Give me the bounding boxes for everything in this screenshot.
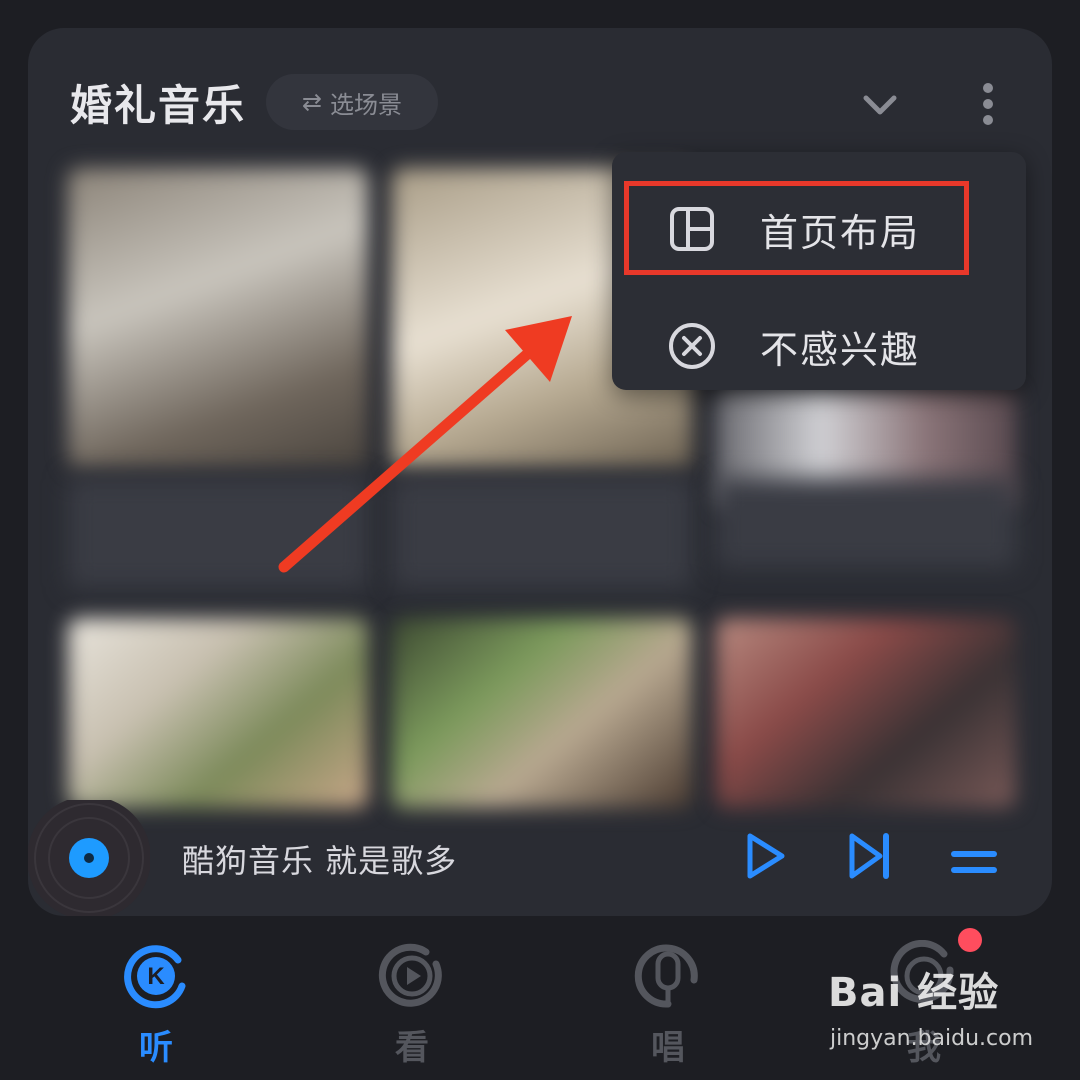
card-title: 婚礼音乐 (70, 81, 247, 130)
playlist-cover[interactable] (392, 618, 692, 808)
nav-label: 听 (139, 1028, 173, 1068)
chevron-down-icon[interactable] (860, 84, 900, 124)
playlist-cover[interactable] (68, 618, 368, 808)
svg-text:K: K (147, 963, 165, 990)
select-scene-label: 选场景 (330, 90, 403, 119)
playlist-queue-icon[interactable] (950, 840, 998, 880)
watermark-text: Bai 经验 (828, 970, 1000, 1016)
kugou-k-icon: K (124, 945, 186, 1009)
nav-tab-sing[interactable]: 唱 (588, 920, 748, 1080)
nav-label: 看 (395, 1028, 429, 1068)
nav-tab-listen[interactable]: K 听 (76, 920, 236, 1080)
menu-item-label: 不感兴趣 (760, 327, 921, 372)
microphone-icon (634, 944, 698, 1008)
baidu-watermark: Bai 经验 jingyan.baidu.com (828, 960, 1058, 1060)
more-vertical-icon[interactable] (972, 78, 1004, 130)
player-track-text: 酷狗音乐 就是歌多 (182, 842, 458, 880)
play-circle-icon (378, 943, 442, 1007)
album-disc-icon[interactable] (28, 800, 150, 916)
mini-player[interactable]: 酷狗音乐 就是歌多 (28, 800, 1052, 916)
playlist-caption (716, 478, 1016, 568)
play-icon[interactable] (738, 830, 790, 882)
select-scene-button[interactable]: ⇄ 选场景 (266, 74, 438, 130)
playlist-caption (392, 478, 692, 588)
playlist-caption (68, 478, 368, 588)
playlist-cover[interactable] (68, 168, 368, 468)
notification-badge (958, 928, 982, 952)
swap-icon: ⇄ (301, 88, 323, 116)
close-circle-icon (669, 323, 715, 369)
nav-label: 唱 (651, 1028, 685, 1068)
nav-tab-watch[interactable]: 看 (332, 920, 492, 1080)
playlist-cover[interactable] (716, 618, 1016, 808)
watermark-url: jingyan.baidu.com (830, 1026, 1034, 1051)
menu-item-not-interested[interactable]: 不感兴趣 (612, 296, 1026, 396)
next-track-icon[interactable] (844, 830, 896, 882)
highlight-box (624, 181, 969, 275)
